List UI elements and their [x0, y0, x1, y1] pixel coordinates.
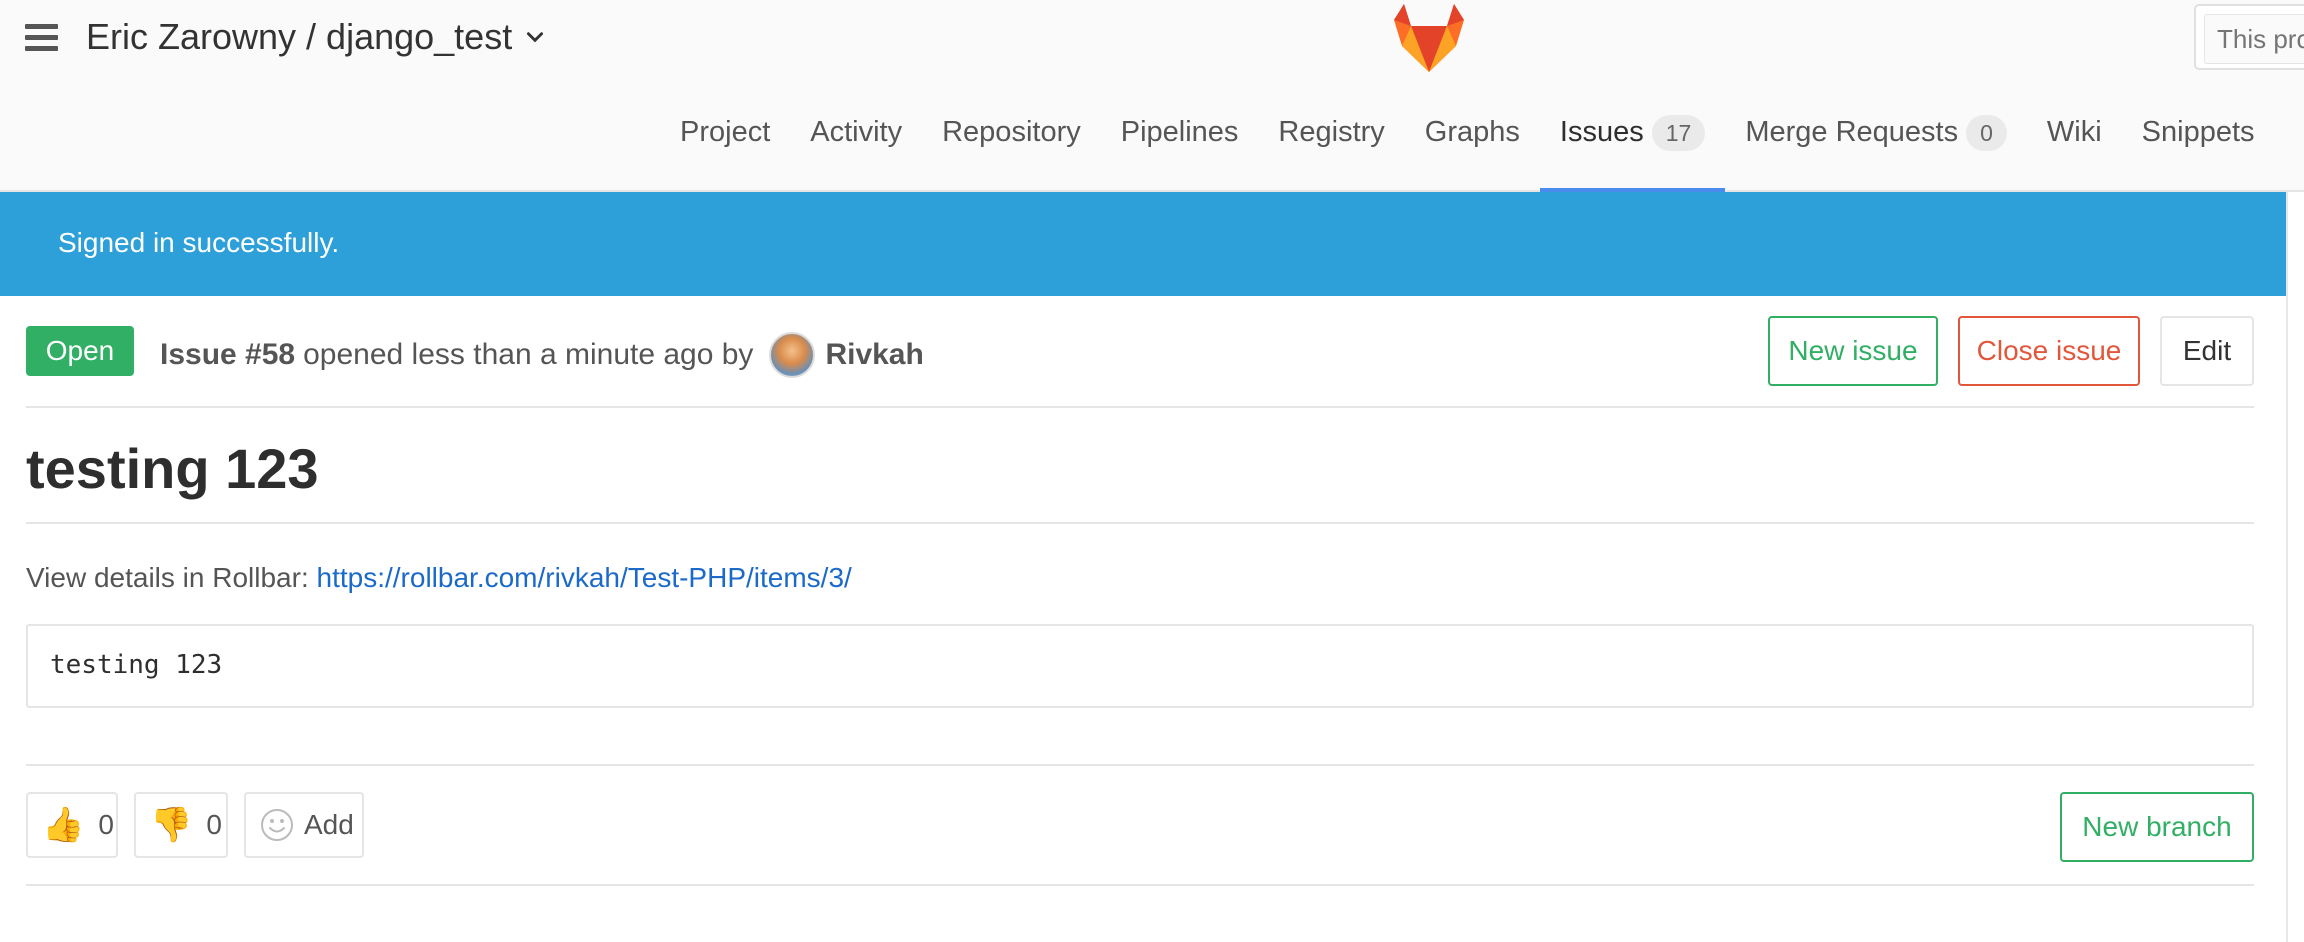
search-container — [2194, 4, 2304, 70]
tab-label: Pipelines — [1120, 116, 1239, 148]
tab-label: Repository — [942, 116, 1081, 148]
tab-label: Graphs — [1424, 116, 1520, 148]
details-prefix: View details in Rollbar: — [26, 562, 309, 593]
thumbs-down-award-button[interactable]: 👎 0 — [134, 792, 228, 858]
tab-activity[interactable]: Activity — [790, 108, 922, 190]
tab-snippets[interactable]: Snippets — [2122, 108, 2275, 190]
project-title-text: Eric Zarowny / django_test — [86, 16, 513, 57]
chevron-down-icon — [527, 32, 544, 43]
status-badge: Open — [26, 326, 134, 376]
gitlab-logo-icon[interactable] — [1392, 2, 1466, 72]
merge-requests-count-badge: 0 — [1966, 115, 2007, 151]
thumbs-down-icon: 👎 — [150, 806, 193, 844]
smiley-icon — [261, 809, 293, 841]
issue-number: Issue #58 — [160, 338, 296, 371]
add-reaction-label: Add — [304, 809, 354, 840]
tab-issues[interactable]: Issues 17 — [1539, 108, 1726, 192]
tab-label: Project — [680, 116, 771, 148]
tab-label: Snippets — [2141, 116, 2255, 148]
issues-count-badge: 17 — [1651, 115, 1706, 151]
issue-author-link[interactable]: Rivkah — [825, 338, 923, 372]
edit-button[interactable]: Edit — [2160, 316, 2254, 386]
rollbar-link[interactable]: https://rollbar.com/rivkah/Test-PHP/item… — [317, 562, 852, 593]
tab-label: Activity — [810, 116, 903, 148]
new-issue-button[interactable]: New issue — [1768, 316, 1938, 386]
page-edge-divider — [2286, 192, 2288, 942]
tab-repository[interactable]: Repository — [922, 108, 1101, 190]
divider — [26, 884, 2254, 886]
hamburger-menu-icon[interactable] — [25, 24, 58, 52]
tab-label: Registry — [1278, 116, 1385, 148]
avatar[interactable] — [769, 332, 816, 378]
tab-label: Wiki — [2046, 116, 2102, 148]
page-title: testing 123 — [26, 436, 2254, 524]
thumbs-up-count: 0 — [98, 809, 114, 840]
thumbs-up-icon: 👍 — [42, 806, 85, 844]
issue-opened-text: opened less than a minute ago by — [303, 338, 754, 371]
code-block: testing 123 — [26, 624, 2254, 708]
flash-message: Signed in successfully. — [58, 227, 340, 258]
thumbs-down-count: 0 — [206, 809, 222, 840]
tab-pipelines[interactable]: Pipelines — [1101, 108, 1259, 190]
tab-label: Issues — [1559, 116, 1644, 148]
issue-meta: Issue #58 opened less than a minute ago … — [160, 332, 924, 378]
tab-registry[interactable]: Registry — [1258, 108, 1404, 190]
tab-wiki[interactable]: Wiki — [2027, 108, 2122, 190]
divider — [26, 764, 2254, 766]
add-reaction-button[interactable]: Add — [244, 792, 364, 858]
top-header: Eric Zarowny / django_test Project Activ… — [0, 0, 2304, 192]
close-issue-button[interactable]: Close issue — [1958, 316, 2140, 386]
thumbs-up-award-button[interactable]: 👍 0 — [26, 792, 118, 858]
search-input[interactable] — [2204, 14, 2304, 64]
flash-notice: Signed in successfully. — [0, 192, 2286, 296]
issue-description: View details in Rollbar: https://rollbar… — [26, 562, 852, 594]
tab-label: Merge Requests — [1745, 116, 1959, 148]
project-nav: Project Activity Repository Pipelines Re… — [660, 108, 2275, 192]
issue-header-bar: Open Issue #58 opened less than a minute… — [26, 314, 2254, 408]
new-branch-button[interactable]: New branch — [2060, 792, 2254, 862]
tab-project[interactable]: Project — [660, 108, 790, 190]
project-title[interactable]: Eric Zarowny / django_test — [86, 16, 546, 58]
tab-graphs[interactable]: Graphs — [1405, 108, 1540, 190]
tab-merge-requests[interactable]: Merge Requests 0 — [1725, 108, 2027, 190]
